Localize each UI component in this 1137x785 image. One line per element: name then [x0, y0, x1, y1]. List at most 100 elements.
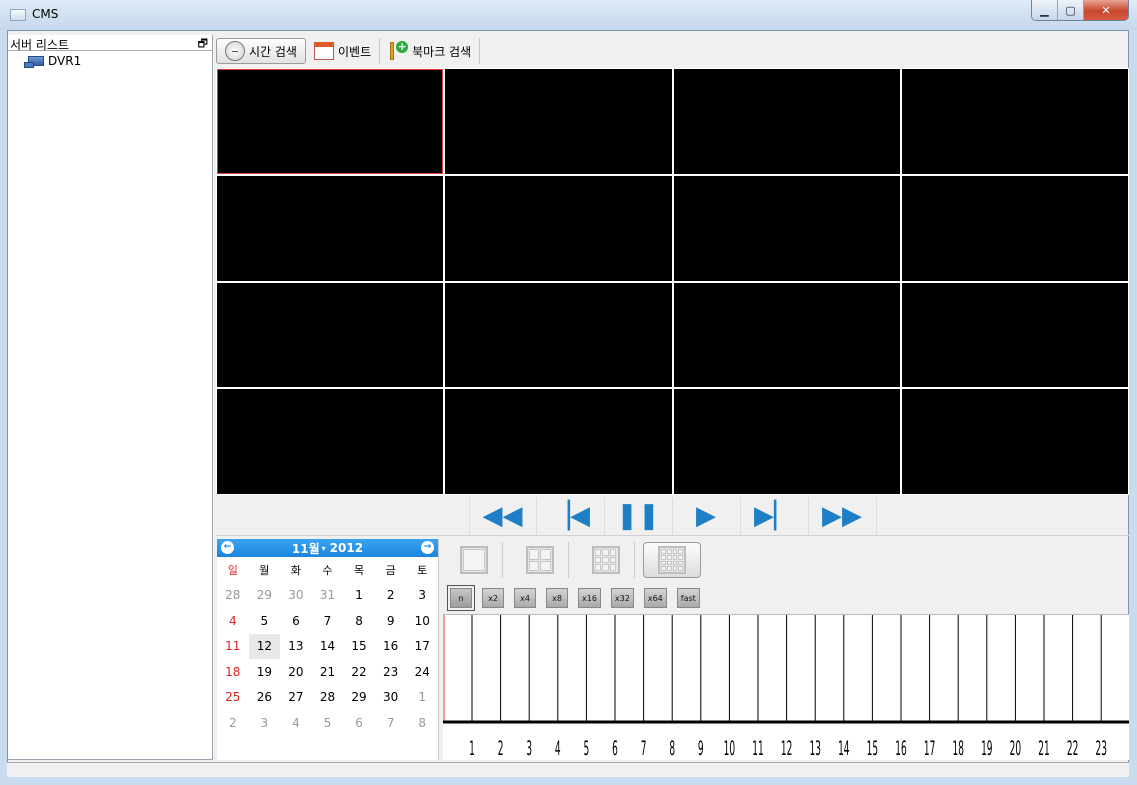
calendar-day[interactable]: 27 — [280, 685, 312, 711]
video-channel-5[interactable] — [217, 175, 444, 281]
calendar-day[interactable]: 24 — [406, 659, 438, 685]
video-channel-7[interactable] — [673, 175, 900, 281]
calendar-day[interactable]: 21 — [312, 659, 344, 685]
calendar-day[interactable]: 18 — [217, 659, 249, 685]
timeline-hour-label: 13 — [809, 737, 820, 760]
clock-icon — [225, 41, 245, 61]
timeline-hour-label: 19 — [981, 737, 992, 760]
timeline-hour-label: 17 — [924, 737, 935, 760]
calendar-month[interactable]: 11월 — [292, 540, 320, 557]
calendar-day[interactable]: 14 — [312, 634, 344, 660]
video-channel-13[interactable] — [217, 389, 444, 494]
timeline-hour-label: 21 — [1038, 737, 1049, 760]
calendar-day[interactable]: 29 — [343, 685, 375, 711]
calendar-day[interactable]: 23 — [375, 659, 407, 685]
video-channel-1[interactable] — [217, 69, 444, 174]
prev-month-icon[interactable]: ← — [221, 541, 234, 554]
close-button[interactable]: ✕ — [1084, 0, 1128, 20]
server-item-dvr1[interactable]: DVR1 — [24, 53, 81, 69]
calendar-day[interactable]: 2 — [375, 583, 407, 609]
calendar-day[interactable]: 5 — [312, 710, 344, 736]
calendar-day[interactable]: 3 — [249, 710, 281, 736]
video-channel-11[interactable] — [673, 282, 900, 388]
calendar-day[interactable]: 6 — [280, 608, 312, 634]
calendar-day[interactable]: 5 — [249, 608, 281, 634]
video-channel-15[interactable] — [673, 389, 900, 494]
speed-button-fast[interactable]: fast — [676, 588, 700, 608]
calendar-day[interactable]: 1 — [343, 583, 375, 609]
calendar-day[interactable]: 30 — [280, 583, 312, 609]
calendar-day[interactable]: 28 — [312, 685, 344, 711]
calendar-day[interactable]: 7 — [375, 710, 407, 736]
video-grid — [216, 68, 1129, 495]
speed-button-x16[interactable]: x16 — [578, 588, 601, 608]
video-channel-14[interactable] — [445, 389, 672, 494]
speed-button-x64[interactable]: x64 — [643, 588, 667, 608]
timeline-hour-label: 10 — [724, 737, 735, 760]
calendar-day[interactable]: 17 — [406, 634, 438, 660]
calendar-day[interactable]: 1 — [406, 685, 438, 711]
video-channel-16[interactable] — [901, 389, 1128, 494]
calendar-day[interactable]: 4 — [280, 710, 312, 736]
next-month-icon[interactable]: → — [421, 541, 434, 554]
previous-frame-button[interactable]: ▕◀ — [537, 497, 605, 534]
bookmark-search-button[interactable]: + 북마크 검색 — [380, 38, 481, 64]
calendar-day[interactable]: 8 — [406, 710, 438, 736]
calendar-day[interactable]: 3 — [406, 583, 438, 609]
calendar-day[interactable]: 28 — [217, 583, 249, 609]
video-channel-3[interactable] — [673, 69, 900, 174]
rewind-button[interactable]: ◀◀ — [468, 497, 537, 534]
calendar-day[interactable]: 11 — [217, 634, 249, 660]
speed-button-x32[interactable]: x32 — [610, 588, 634, 608]
calendar-day[interactable]: 10 — [406, 608, 438, 634]
video-channel-8[interactable] — [901, 175, 1128, 281]
layout-2x2-button[interactable] — [511, 542, 569, 578]
month-dropdown-icon[interactable]: ▾ — [322, 544, 326, 553]
calendar-day[interactable]: 20 — [280, 659, 312, 685]
calendar-day[interactable]: 19 — [249, 659, 281, 685]
calendar-day[interactable]: 12 — [248, 633, 281, 659]
speed-button-x4[interactable]: x4 — [514, 588, 536, 608]
layout-1x1-button[interactable] — [445, 542, 503, 578]
calendar-day[interactable]: 8 — [343, 608, 375, 634]
calendar-day[interactable]: 6 — [343, 710, 375, 736]
timeline-hour-label: 6 — [612, 737, 618, 760]
calendar-day[interactable]: 13 — [280, 634, 312, 660]
play-button[interactable]: ▶ — [673, 497, 741, 534]
speed-button-x8[interactable]: x8 — [546, 588, 568, 608]
next-frame-button[interactable]: ▶▏ — [741, 497, 809, 534]
timeline-hour-label: 18 — [952, 737, 963, 760]
maximize-button[interactable]: ▢ — [1058, 0, 1084, 20]
calendar-day[interactable]: 26 — [249, 685, 281, 711]
layout-3x3-button[interactable] — [577, 542, 635, 578]
video-channel-9[interactable] — [217, 282, 444, 388]
event-button[interactable]: 이벤트 — [306, 38, 381, 64]
timeline[interactable]: 1 2 3 4 5 6 7 8 9 10 11 12 13 14 15 16 17 18 19 20 21 22 23 — [443, 614, 1129, 760]
calendar-year[interactable]: 2012 — [330, 541, 363, 555]
calendar-day[interactable]: 30 — [375, 685, 407, 711]
speed-button-n[interactable]: n — [447, 585, 475, 611]
layout-4x4-button[interactable] — [643, 542, 701, 578]
speed-button-x2[interactable]: x2 — [482, 588, 504, 608]
calendar-day[interactable]: 4 — [217, 608, 249, 634]
calendar-day[interactable]: 9 — [375, 608, 407, 634]
calendar-day[interactable]: 22 — [343, 659, 375, 685]
video-channel-12[interactable] — [901, 282, 1128, 388]
calendar-day[interactable]: 2 — [217, 710, 249, 736]
minimize-button[interactable]: ▁ — [1032, 0, 1058, 20]
fast-forward-button[interactable]: ▶▶ — [809, 497, 877, 534]
timeline-chart[interactable]: 1 2 3 4 5 6 7 8 9 10 11 12 13 14 15 16 17 18 19 20 21 22 23 — [443, 615, 1129, 761]
float-panel-icon[interactable]: 🗗 — [198, 35, 208, 54]
video-channel-6[interactable] — [445, 175, 672, 281]
video-channel-10[interactable] — [445, 282, 672, 388]
calendar-day[interactable]: 29 — [249, 583, 281, 609]
calendar-day[interactable]: 31 — [312, 583, 344, 609]
video-channel-4[interactable] — [901, 69, 1128, 174]
pause-button[interactable]: ❚❚ — [605, 497, 673, 534]
video-channel-2[interactable] — [445, 69, 672, 174]
calendar-day[interactable]: 25 — [217, 685, 249, 711]
calendar-day[interactable]: 7 — [312, 608, 344, 634]
calendar-day[interactable]: 16 — [375, 634, 407, 660]
time-search-button[interactable]: 시간 검색 — [216, 38, 306, 64]
calendar-day[interactable]: 15 — [343, 634, 375, 660]
